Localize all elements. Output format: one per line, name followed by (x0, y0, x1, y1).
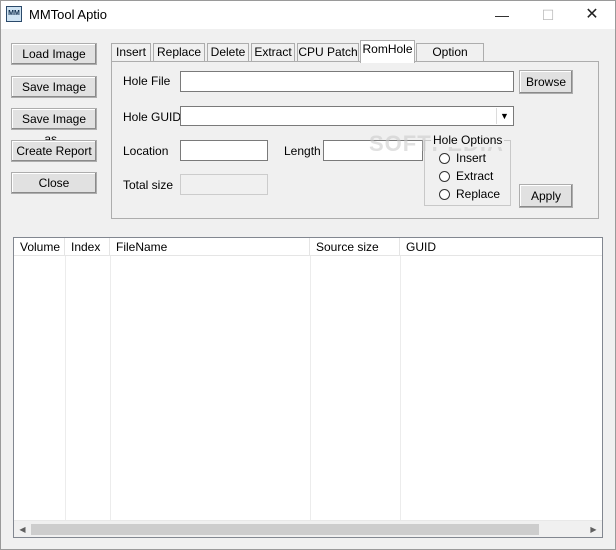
window-title: MMTool Aptio (29, 7, 108, 22)
column-header-filename[interactable]: FileName (110, 238, 310, 256)
file-list-table[interactable]: Volume Index FileName Source size GUID ◀… (13, 237, 603, 538)
hole-file-label: Hole File (123, 74, 171, 88)
location-input[interactable] (180, 140, 268, 161)
tab-replace[interactable]: Replace (153, 43, 205, 62)
column-header-index[interactable]: Index (65, 238, 110, 256)
save-image-button[interactable]: Save Image (11, 76, 97, 98)
length-label: Length (284, 144, 321, 158)
radio-circle-icon (439, 171, 450, 182)
radio-insert-label: Insert (456, 151, 487, 165)
title-bar[interactable]: MM MMTool Aptio — ☐ ✕ (1, 1, 615, 29)
total-size-field (180, 174, 268, 195)
hole-file-input[interactable] (180, 71, 514, 92)
scrollbar-thumb[interactable] (31, 524, 539, 535)
hole-guid-label: Hole GUID (123, 110, 182, 124)
scroll-left-icon[interactable]: ◀ (14, 521, 31, 537)
column-divider (65, 256, 66, 520)
maximize-button[interactable]: ☐ (525, 1, 571, 29)
hole-options-group: Hole Options Insert Extract Replace (424, 133, 511, 206)
column-divider (400, 256, 401, 520)
browse-button[interactable]: Browse (519, 70, 573, 94)
chevron-down-icon[interactable]: ▼ (496, 108, 512, 124)
tab-option-rom[interactable]: Option ROM (416, 43, 484, 76)
column-divider (310, 256, 311, 520)
create-report-button[interactable]: Create Report (11, 140, 97, 162)
radio-circle-icon (439, 189, 450, 200)
column-header-volume[interactable]: Volume (14, 238, 65, 256)
radio-circle-icon (439, 153, 450, 164)
main-window: MM MMTool Aptio — ☐ ✕ Load Image Save Im… (0, 0, 616, 550)
hole-guid-select[interactable]: ▼ (180, 106, 514, 126)
hole-options-title: Hole Options (431, 133, 505, 147)
minimize-button[interactable]: — (479, 1, 525, 29)
load-image-button[interactable]: Load Image (11, 43, 97, 65)
horizontal-scrollbar[interactable]: ◀ ▶ (14, 520, 602, 537)
app-icon: MM (6, 6, 22, 22)
column-header-guid[interactable]: GUID (400, 238, 602, 256)
scroll-right-icon[interactable]: ▶ (585, 521, 602, 537)
tab-romhole[interactable]: RomHole (360, 40, 415, 63)
tab-insert[interactable]: Insert (111, 43, 151, 62)
total-size-label: Total size (123, 178, 174, 192)
close-window-button[interactable]: ✕ (569, 1, 615, 29)
save-image-as-button[interactable]: Save Image as.. (11, 108, 97, 146)
table-header: Volume Index FileName Source size GUID (14, 238, 602, 256)
column-header-source-size[interactable]: Source size (310, 238, 400, 256)
close-button[interactable]: Close (11, 172, 97, 194)
tab-cpu-patch[interactable]: CPU Patch (297, 43, 359, 62)
apply-button[interactable]: Apply (519, 184, 573, 208)
radio-extract-label: Extract (456, 169, 494, 183)
column-divider (110, 256, 111, 520)
tab-extract[interactable]: Extract (251, 43, 295, 62)
location-label: Location (123, 144, 169, 158)
tab-delete[interactable]: Delete (207, 43, 249, 62)
radio-replace-label: Replace (456, 187, 501, 201)
